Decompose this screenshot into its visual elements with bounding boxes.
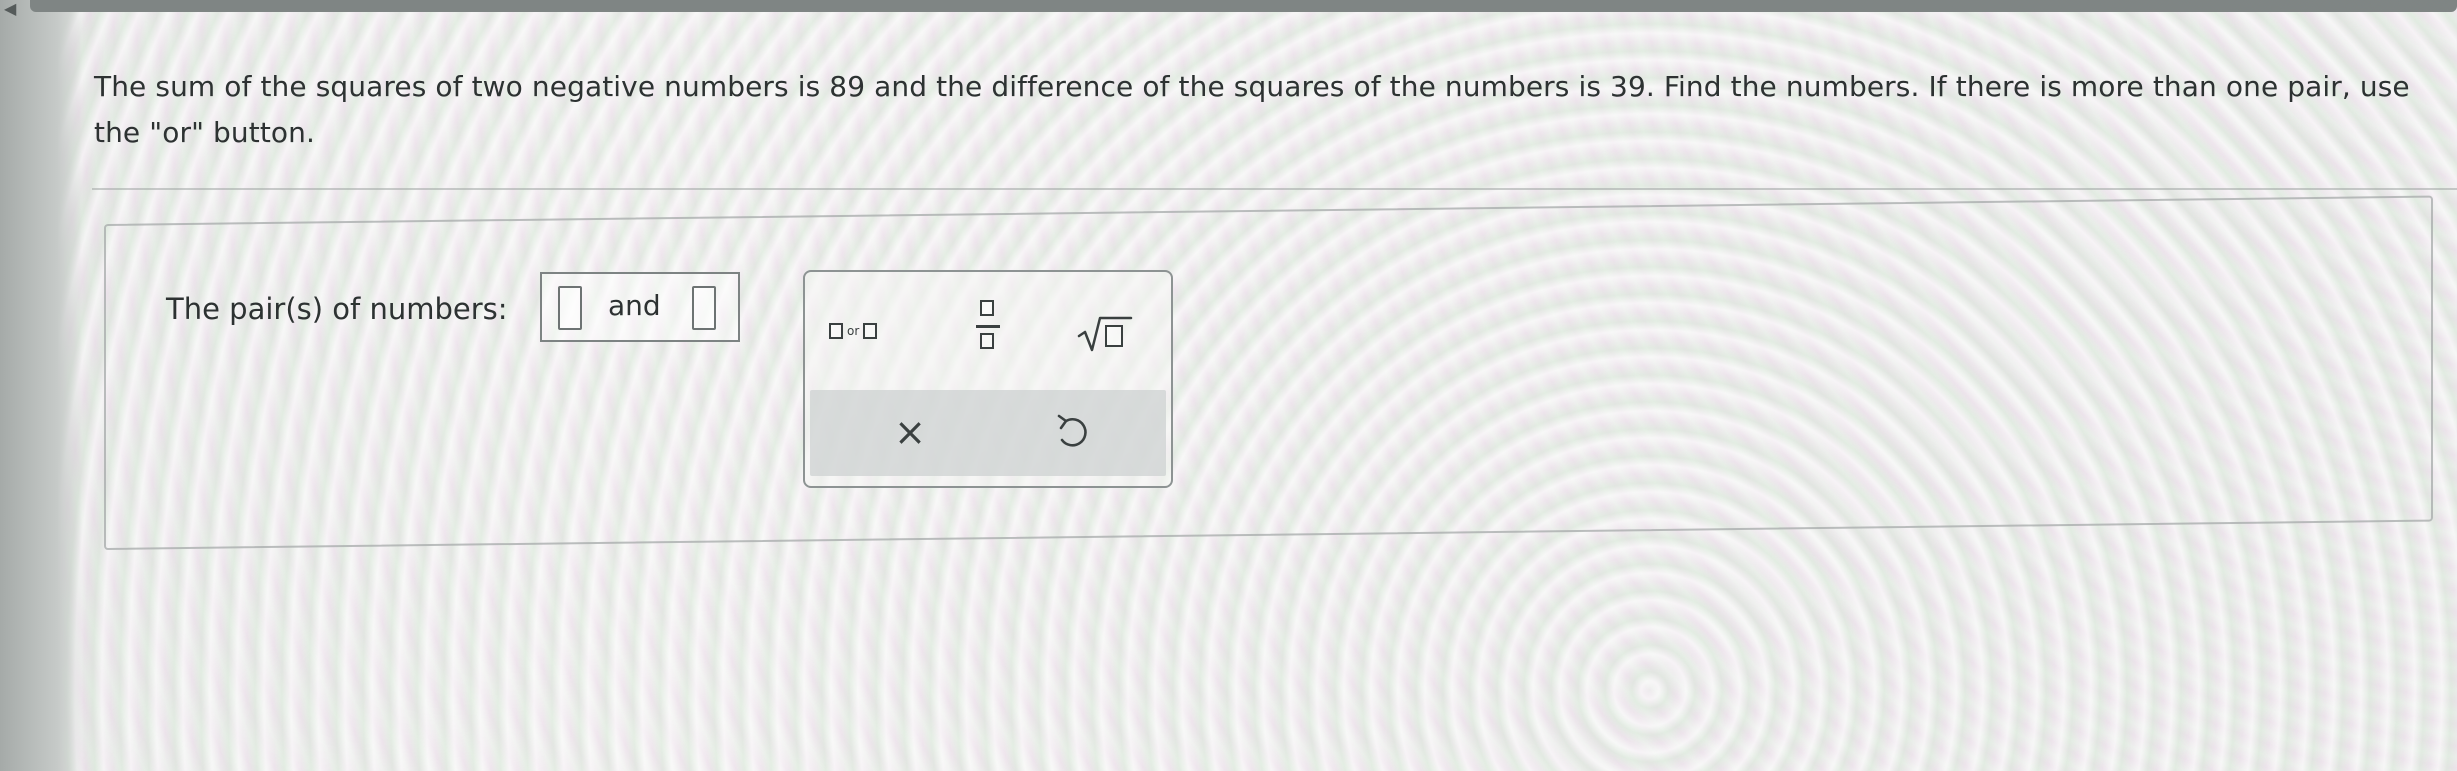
answer-panel xyxy=(104,195,2433,550)
pair-label: The pair(s) of numbers: xyxy=(166,292,508,326)
first-number-input[interactable] xyxy=(558,286,582,330)
numerator-box-icon xyxy=(980,300,994,316)
close-icon: × xyxy=(894,410,926,454)
clear-button[interactable]: × xyxy=(880,402,940,462)
radicand-box-icon xyxy=(1105,325,1123,347)
back-arrow-icon[interactable]: ◀ xyxy=(4,1,16,17)
second-number-input[interactable] xyxy=(692,286,716,330)
question-text: The sum of the squares of two negative n… xyxy=(94,70,2410,149)
answer-box: and xyxy=(540,272,740,342)
square-root-button[interactable] xyxy=(1075,308,1135,356)
undo-button[interactable] xyxy=(1044,404,1100,460)
or-label: or xyxy=(847,324,860,338)
divider xyxy=(92,188,2457,190)
fraction-button[interactable] xyxy=(975,300,1001,360)
screen-bezel xyxy=(0,0,82,771)
action-bar: × xyxy=(810,390,1166,476)
placeholder-box-icon xyxy=(863,323,878,339)
undo-icon xyxy=(1057,414,1087,447)
or-button[interactable]: or xyxy=(829,316,878,346)
and-connector: and xyxy=(608,289,661,322)
math-toolbox: or × xyxy=(803,270,1173,488)
denominator-box-icon xyxy=(980,333,994,349)
top-scrollbar[interactable] xyxy=(30,0,2457,12)
placeholder-box-icon xyxy=(829,323,843,339)
fraction-bar-icon xyxy=(976,325,1000,328)
